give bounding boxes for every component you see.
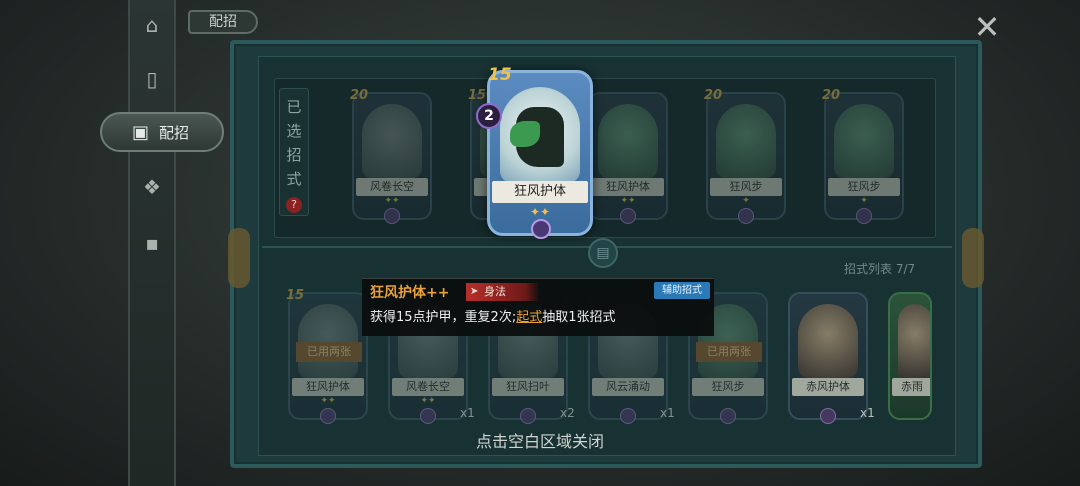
gem-icon: [420, 408, 436, 424]
sidebar-item-label: 配招: [159, 123, 190, 142]
selected-card[interactable]: 狂风护体 ✦✦: [588, 92, 668, 224]
card-art: [362, 104, 422, 178]
card-name: 赤雨: [892, 378, 930, 396]
card-name: 赤风护体: [792, 378, 864, 396]
list-card[interactable]: 15 已用两张 狂风护体 ✦✦: [286, 288, 368, 424]
card-art: [598, 104, 658, 178]
selected-moves-label: 已选招式 ?: [279, 88, 309, 216]
wind-swirl-art: [510, 121, 540, 147]
card-cost: 15: [468, 88, 487, 103]
gem-icon: [856, 208, 872, 224]
gem-icon: [738, 208, 754, 224]
card-name: 狂风护体: [592, 178, 664, 196]
card-cost: 20: [704, 88, 723, 103]
move-type-badge: ➤ 身法: [466, 283, 540, 301]
scroll-knob[interactable]: ▤: [588, 238, 618, 268]
used-badge: 已用两张: [296, 342, 362, 362]
card-cost: 15: [488, 65, 512, 85]
emblem-icon[interactable]: ❖: [132, 170, 172, 204]
card-stars: ✦✦: [384, 196, 400, 206]
tooltip-title: 狂风护体++: [370, 285, 450, 301]
desc-text-2: 抽取1张招式: [542, 310, 616, 325]
gem-icon: [820, 408, 836, 424]
dash-icon: ➤: [470, 286, 479, 297]
gem-icon: [620, 408, 636, 424]
card-stars: ✦✦: [620, 196, 636, 206]
move-tag: 辅助招式: [654, 282, 710, 299]
card-art: [298, 304, 358, 378]
selected-card[interactable]: 20 风卷长空 ✦✦: [350, 88, 432, 224]
card-name: 狂风护体: [292, 378, 364, 396]
gem-icon: [384, 208, 400, 224]
card-count: x2: [560, 406, 575, 420]
card-cost: 20: [822, 88, 841, 103]
card-name: 风卷长空: [392, 378, 464, 396]
card-name: 风卷长空: [356, 178, 428, 196]
card-name: 狂风扫叶: [492, 378, 564, 396]
card-stars: ✦: [742, 196, 750, 206]
card-stars: ✦: [860, 196, 868, 206]
card-art: [834, 104, 894, 178]
card-count: x1: [460, 406, 475, 420]
gem-icon: [720, 408, 736, 424]
card-stars: ✦✦: [320, 396, 336, 406]
selected-card[interactable]: 20 狂风步 ✦: [704, 88, 786, 224]
card-art: [716, 104, 776, 178]
selected-card[interactable]: 20 狂风步 ✦: [822, 88, 904, 224]
gem-icon: [520, 408, 536, 424]
card-count: x1: [660, 406, 675, 420]
page-title: 配招: [188, 10, 258, 34]
used-badge: 已用两张: [696, 342, 762, 362]
close-hint[interactable]: 点击空白区域关闭: [0, 428, 1080, 452]
pagoda-icon[interactable]: ⌂: [132, 8, 172, 42]
card-stars: ✦✦: [420, 396, 436, 406]
deck-icon: ▣: [132, 121, 150, 143]
list-card[interactable]: 赤风护体 x1: [788, 292, 875, 424]
card-name: 狂风步: [692, 378, 764, 396]
right-ornament: [962, 228, 984, 288]
sidebar-item-peizhao[interactable]: ▣ 配招: [100, 112, 224, 152]
card-stars: ✦✦: [529, 205, 551, 219]
cards-icon[interactable]: ▯: [132, 62, 172, 96]
card-art: [500, 87, 580, 183]
move-list-count: 招式列表 7/7: [844, 262, 916, 276]
gem-icon: [320, 408, 336, 424]
card-name: 狂风步: [828, 178, 900, 196]
card-name: 风云涌动: [592, 378, 664, 396]
card-name: 狂风护体: [492, 181, 588, 203]
card-count: x1: [860, 406, 875, 420]
selected-moves-text: 已选招式: [286, 98, 302, 188]
desc-keyword[interactable]: 起式: [516, 310, 542, 325]
card-tier-badge: 2: [476, 103, 502, 129]
left-ornament: [228, 228, 250, 288]
gem-icon: [531, 219, 551, 239]
card-name: 狂风步: [710, 178, 782, 196]
card-art: [898, 304, 930, 378]
desc-text: 获得15点护甲，重复2次;: [370, 310, 517, 325]
card-art: [798, 304, 858, 378]
help-icon[interactable]: ?: [286, 197, 302, 213]
lifted-card[interactable]: 15 2 狂风护体 ✦✦: [476, 65, 593, 239]
tooltip-description: 获得15点护甲，重复2次;起式抽取1张招式: [370, 306, 616, 325]
list-card[interactable]: 赤雨: [888, 292, 932, 420]
card-cost: 15: [286, 288, 305, 303]
gem-icon: [620, 208, 636, 224]
card-cost: 20: [350, 88, 369, 103]
card-back-icon[interactable]: ▪: [132, 226, 172, 260]
move-type-label: 身法: [484, 285, 506, 298]
